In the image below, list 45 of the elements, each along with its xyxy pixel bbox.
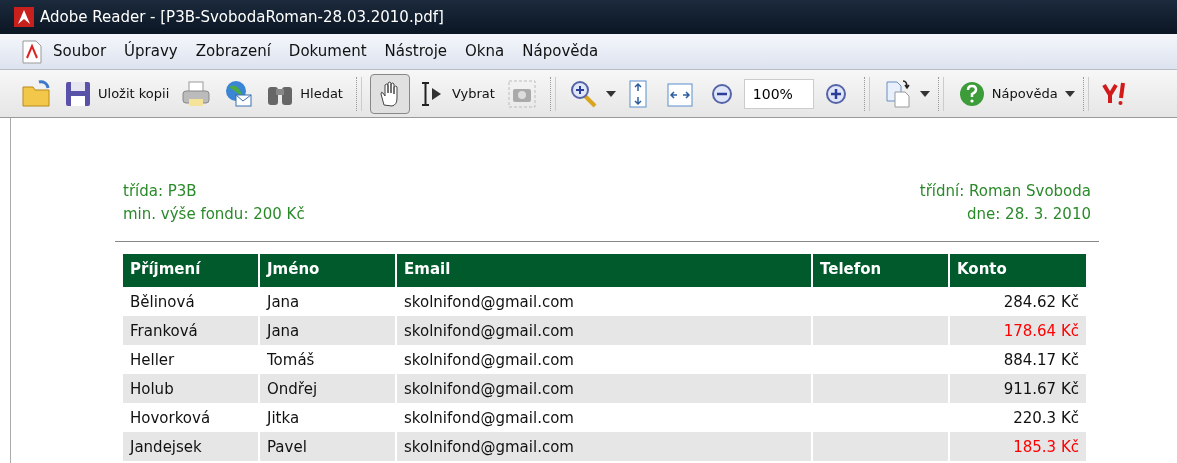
column-header: Jméno (260, 254, 397, 287)
floppy-disk-button[interactable]: Uložit kopii (58, 73, 175, 114)
printer-icon (181, 78, 212, 109)
column-header: Telefon (813, 254, 950, 287)
globe-envelope-icon (223, 78, 254, 109)
table-cell: 178.64 Kč (950, 316, 1088, 345)
menu-item[interactable]: Dokument (281, 38, 374, 65)
table-cell: skolnifond@gmail.com (397, 316, 813, 345)
caret-icon[interactable] (605, 90, 616, 97)
table-cell: skolnifond@gmail.com (397, 374, 813, 403)
table-cell: Pavel (260, 432, 397, 461)
table-cell: Jandejsek (123, 432, 260, 461)
header-text: třídní: Roman Svoboda (919, 181, 1091, 202)
column-header: Konto (950, 254, 1088, 287)
table-cell: Ondřej (260, 374, 397, 403)
column-header: Email (397, 254, 813, 287)
header-text: dne: 28. 3. 2010 (966, 203, 1091, 225)
app-logo-icon (14, 7, 34, 27)
menu-item[interactable]: Nástroje (377, 38, 455, 65)
table-cell: skolnifond@gmail.com (397, 432, 813, 461)
header-text: třída: P3B (123, 181, 198, 202)
header-text: min. výše fondu: 200 Kč (123, 203, 305, 225)
camera-icon (506, 78, 537, 109)
menu-item[interactable]: Zobrazení (188, 38, 278, 65)
zoom-field[interactable]: 100% (743, 78, 814, 109)
menu-item[interactable]: Nápověda (515, 38, 606, 65)
window-title: Adobe Reader - [P3B-SvobodaRoman-28.03.2010.pdf] (40, 6, 444, 28)
hand-button[interactable] (369, 73, 410, 114)
document-icon (22, 39, 42, 64)
table-cell: 185.3 Kč (950, 432, 1088, 461)
menu-item[interactable]: Soubor (46, 38, 114, 65)
question-button[interactable]: Nápověda (951, 73, 1063, 114)
zoom-in-icon (568, 78, 599, 109)
table-cell: 911.67 Kč (950, 374, 1088, 403)
text-cursor-button[interactable]: Vybrat (411, 73, 500, 114)
table-cell: Jana (260, 316, 397, 345)
caret-icon[interactable] (1064, 90, 1075, 97)
table-cell: Holub (123, 374, 260, 403)
binoculars-button[interactable]: Hledat (260, 73, 348, 114)
menu-item[interactable]: Okna (458, 38, 512, 65)
column-header: Příjmení (123, 254, 260, 287)
menu-item[interactable]: Úpravy (117, 38, 185, 65)
caret-icon[interactable] (919, 90, 930, 97)
table-cell: Franková (123, 316, 260, 345)
folder-icon (21, 78, 51, 109)
